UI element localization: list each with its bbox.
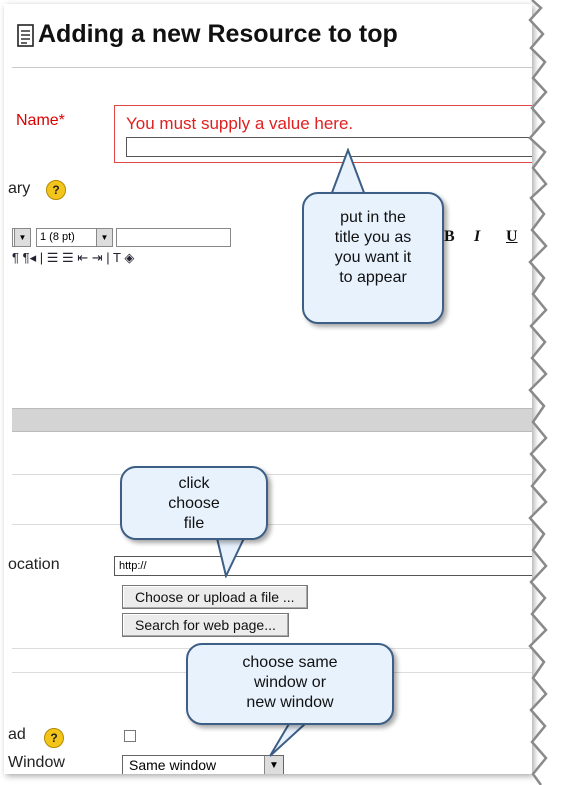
- format-select[interactable]: [116, 228, 231, 247]
- italic-button[interactable]: I: [474, 228, 480, 246]
- callout-line: choose same: [242, 654, 338, 671]
- toolbar-icons[interactable]: ¶ ¶◂ | ☰ ☰ ⇤ ⇥ | T ◈: [12, 250, 134, 265]
- screenshot-page: Adding a new Resource to top Name* You m…: [0, 0, 569, 785]
- callout-line: title you as: [334, 229, 412, 246]
- callout-line: choose: [168, 495, 220, 512]
- window-select-value: Same window: [129, 757, 217, 773]
- callout-line: to appear: [339, 269, 407, 286]
- name-field-container: You must supply a value here.: [114, 105, 532, 163]
- font-size-value: 1 (8 pt): [40, 231, 75, 243]
- page-title: Adding a new Resource to top: [38, 20, 398, 48]
- title-tip-callout: put in the title you as you want it to a…: [302, 192, 444, 324]
- divider: [12, 474, 532, 475]
- font-size-select[interactable]: 1 (8 pt) ▼: [36, 228, 113, 247]
- font-family-select[interactable]: ▼: [12, 228, 31, 247]
- section-header-bar: [12, 408, 532, 432]
- dropdown-arrow-icon: ▼: [96, 229, 112, 246]
- name-error-message: You must supply a value here.: [126, 114, 354, 133]
- dropdown-arrow-icon: ▼: [14, 229, 30, 246]
- divider: [12, 67, 532, 68]
- callout-line: click: [178, 475, 210, 492]
- location-label: ocation: [8, 556, 60, 573]
- window-label: Window: [8, 754, 65, 771]
- divider: [12, 524, 532, 525]
- window-select[interactable]: Same window ▼: [122, 755, 284, 774]
- choose-file-button[interactable]: Choose or upload a file ...: [122, 585, 308, 609]
- torn-paper-edge: [528, 0, 569, 785]
- callout-line: new window: [246, 694, 334, 711]
- callout-line: put in the: [340, 209, 406, 226]
- help-icon[interactable]: ?: [46, 180, 66, 200]
- window-tip-callout: choose same window or new window: [186, 643, 394, 725]
- title-row: Adding a new Resource to top: [16, 20, 532, 60]
- editor-toolbar-row: ¶ ¶◂ | ☰ ☰ ⇤ ⇥ | T ◈: [12, 250, 134, 272]
- help-icon[interactable]: ?: [44, 728, 64, 748]
- search-web-page-button[interactable]: Search for web page...: [122, 613, 289, 637]
- underline-button[interactable]: U: [506, 228, 518, 246]
- download-label: ad: [8, 726, 26, 743]
- choose-file-callout: click choose file: [120, 466, 268, 540]
- summary-editor[interactable]: [12, 274, 532, 406]
- document-icon: [17, 24, 34, 47]
- bold-button[interactable]: B: [444, 228, 455, 246]
- summary-label: ary: [8, 180, 31, 197]
- callout-line: you want it: [334, 249, 412, 266]
- location-input[interactable]: http://: [114, 556, 532, 576]
- force-download-checkbox[interactable]: [124, 730, 136, 742]
- name-label: Name*: [16, 112, 65, 129]
- callout-line: file: [183, 515, 205, 532]
- callout-line: window or: [253, 674, 327, 691]
